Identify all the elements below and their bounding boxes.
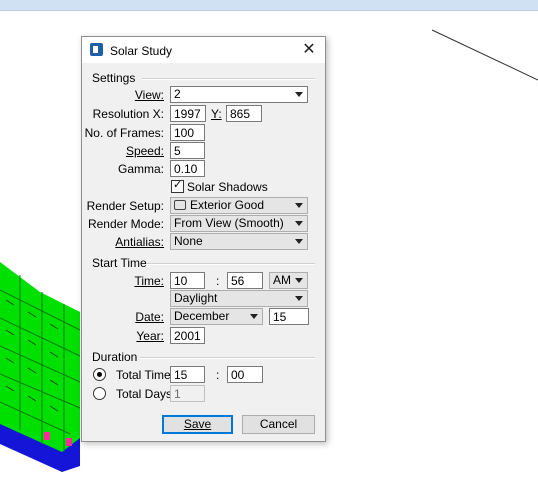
close-button[interactable]: ✕: [299, 40, 319, 60]
render-setup-icon: [174, 200, 186, 210]
solar-shadows-checkbox[interactable]: ✓: [171, 179, 184, 193]
frames-label: No. of Frames:: [84, 126, 164, 140]
chevron-down-icon: [295, 239, 303, 244]
total-time-minutes-input[interactable]: 00: [227, 366, 263, 383]
total-days-radio[interactable]: [93, 387, 106, 400]
month-dropdown[interactable]: December: [170, 308, 263, 325]
duration-divider: [140, 357, 315, 359]
app-icon: [90, 43, 103, 56]
start-hour-input[interactable]: 10: [170, 272, 205, 289]
chevron-down-icon: [295, 221, 303, 226]
chevron-down-icon: [295, 203, 303, 208]
checkmark-icon: ✓: [173, 179, 183, 191]
radio-selected-dot: [97, 372, 102, 377]
render-setup-value: Exterior Good: [190, 198, 265, 212]
start-minute-input[interactable]: 56: [227, 272, 263, 289]
resolution-x-input[interactable]: 1997: [170, 105, 206, 122]
save-button-label: Save: [183, 417, 212, 431]
settings-section-label: Settings: [92, 71, 136, 85]
cancel-button[interactable]: Cancel: [242, 415, 315, 434]
total-time-hours-input[interactable]: 15: [170, 366, 205, 383]
settings-divider: [142, 78, 315, 80]
time-separator: :: [216, 274, 220, 288]
time-mode-dropdown[interactable]: Daylight: [170, 290, 308, 307]
total-time-radio[interactable]: [93, 368, 106, 381]
antialias-label: Antialias:: [115, 235, 164, 249]
resolution-x-label: Resolution X:: [92, 107, 164, 121]
save-button[interactable]: Save: [162, 415, 233, 434]
render-mode-value: From View (Smooth): [174, 216, 284, 230]
ampm-dropdown[interactable]: AM: [269, 272, 308, 289]
solar-shadows-label: Solar Shadows: [187, 180, 268, 194]
total-days-input[interactable]: 1: [170, 385, 205, 402]
resolution-y-input[interactable]: 865: [226, 105, 262, 122]
chevron-down-icon: [295, 278, 303, 283]
speed-label: Speed:: [125, 144, 164, 158]
start-time-section-label: Start Time: [92, 256, 147, 270]
time-mode-value: Daylight: [174, 291, 218, 305]
chevron-down-icon: [295, 296, 303, 301]
month-value: December: [174, 309, 230, 323]
speed-input[interactable]: 5: [170, 142, 205, 159]
view-dropdown-value: 2: [174, 87, 181, 101]
render-mode-dropdown[interactable]: From View (Smooth): [170, 215, 308, 232]
antialias-value: None: [174, 234, 203, 248]
solar-study-dialog: Solar Study ✕ Settings View: 2 Resolutio…: [81, 36, 326, 442]
time-label: Time:: [134, 274, 164, 288]
render-mode-label: Render Mode:: [87, 217, 164, 231]
antialias-dropdown[interactable]: None: [170, 233, 308, 250]
chevron-down-icon: [295, 92, 303, 97]
start-time-divider: [147, 263, 315, 265]
frames-input[interactable]: 100: [170, 124, 205, 141]
duration-section-label: Duration: [92, 350, 138, 364]
render-setup-dropdown[interactable]: Exterior Good: [170, 197, 308, 214]
total-time-label: Total Time:: [116, 368, 175, 382]
gamma-label: Gamma:: [117, 162, 164, 176]
gamma-input[interactable]: 0.10: [170, 160, 205, 177]
resolution-y-label: Y:: [211, 107, 222, 121]
dialog-titlebar: Solar Study ✕: [82, 37, 325, 63]
total-time-separator: :: [216, 368, 220, 382]
dialog-title: Solar Study: [110, 44, 173, 58]
view-label: View:: [134, 88, 164, 102]
cancel-button-label: Cancel: [259, 417, 298, 431]
total-days-label: Total Days:: [116, 387, 176, 401]
ampm-value: AM: [273, 273, 291, 287]
year-label: Year:: [136, 329, 164, 343]
date-label: Date:: [135, 310, 164, 324]
view-dropdown[interactable]: 2: [170, 86, 308, 103]
render-setup-label: Render Setup:: [86, 199, 164, 213]
year-input[interactable]: 2001: [170, 327, 205, 344]
close-icon: ✕: [302, 41, 316, 58]
day-input[interactable]: 15: [269, 308, 309, 325]
chevron-down-icon: [250, 314, 258, 319]
